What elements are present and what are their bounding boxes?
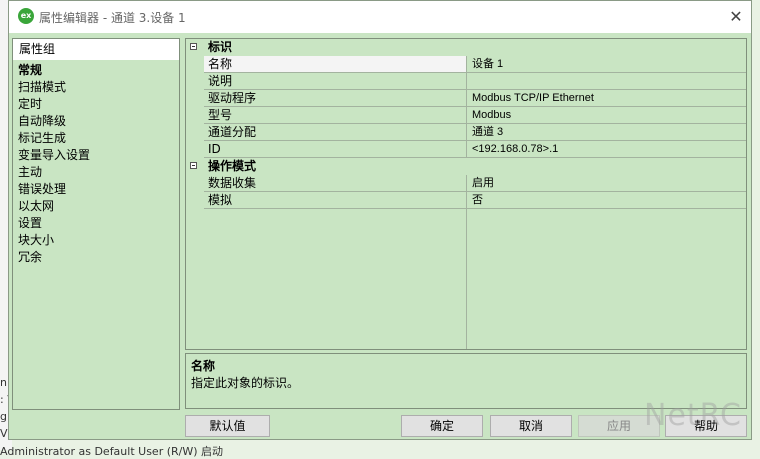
property-value[interactable]: Modbus bbox=[468, 107, 746, 123]
property-editor-dialog: ex 属性编辑器 - 通道 3.设备 1 ✕ 属性组 常规 扫描模式 定时 自动降级标… bbox=[8, 0, 752, 440]
property-group-item[interactable]: 变量导入设置 bbox=[18, 147, 90, 164]
property-group-item[interactable]: 以太网 bbox=[18, 198, 90, 215]
cancel-button[interactable]: 取消 bbox=[490, 415, 572, 437]
property-row[interactable]: ID <192.168.0.78>.1 bbox=[204, 141, 746, 158]
property-value[interactable]: 否 bbox=[468, 192, 746, 208]
property-group-panel: 属性组 常规 扫描模式 定时 自动降级 标记生成 变量导入设置 主动 错误处理 以太网 设置 块大小… bbox=[12, 38, 180, 410]
window-title: 属性编辑器 - 通道 3.设备 1 bbox=[39, 11, 186, 25]
description-title: 名称 bbox=[191, 359, 216, 373]
collapse-toggle-icon[interactable] bbox=[190, 162, 197, 169]
property-row[interactable]: 说明 bbox=[204, 73, 746, 90]
property-value[interactable] bbox=[468, 73, 746, 89]
property-group-item[interactable]: 自动降级 bbox=[18, 113, 90, 130]
defaults-button[interactable]: 默认值 bbox=[185, 415, 270, 437]
background-text: n bbox=[0, 376, 7, 389]
property-name: 模拟 bbox=[208, 193, 233, 207]
property-group-item[interactable]: 扫描模式 bbox=[18, 79, 90, 96]
property-group-header: 属性组 bbox=[13, 39, 179, 60]
property-group-item[interactable]: 主动 bbox=[18, 164, 90, 181]
category-row[interactable]: 标识 bbox=[186, 39, 746, 56]
ok-button[interactable]: 确定 bbox=[401, 415, 483, 437]
property-row[interactable]: 名称 设备 1 bbox=[204, 56, 746, 73]
property-group-item[interactable]: 定时 bbox=[18, 96, 90, 113]
property-row[interactable]: 型号 Modbus bbox=[204, 107, 746, 124]
property-value[interactable]: 设备 1 bbox=[468, 56, 746, 72]
category-row[interactable]: 操作模式 bbox=[186, 158, 746, 175]
category-label: 操作模式 bbox=[208, 159, 257, 173]
property-name: 通道分配 bbox=[208, 125, 257, 139]
property-value[interactable]: 启用 bbox=[468, 175, 746, 191]
close-button[interactable]: ✕ bbox=[724, 7, 748, 27]
property-grid: 标识 名称 设备 1 说明 驱动程序 Modbus TCP/IP Ethernet 型号 Mo… bbox=[185, 38, 747, 350]
description-text: 指定此对象的标识。 bbox=[191, 376, 300, 390]
collapse-toggle-icon[interactable] bbox=[190, 43, 197, 50]
category-label: 标识 bbox=[208, 40, 233, 54]
property-name: ID bbox=[208, 142, 221, 156]
property-name: 型号 bbox=[208, 108, 233, 122]
property-name: 名称 bbox=[204, 56, 466, 72]
watermark-logo: NetRC bbox=[644, 398, 742, 433]
property-value[interactable]: 通道 3 bbox=[468, 124, 746, 140]
app-icon: ex bbox=[18, 8, 34, 24]
property-row[interactable]: 驱动程序 Modbus TCP/IP Ethernet bbox=[204, 90, 746, 107]
background-text: Administrator as Default User (R/W) 启动 bbox=[0, 445, 224, 458]
property-group-item[interactable]: 常规 bbox=[18, 62, 90, 79]
property-row[interactable]: 模拟 否 bbox=[204, 192, 746, 209]
property-name: 数据收集 bbox=[208, 176, 257, 190]
property-value[interactable]: Modbus TCP/IP Ethernet bbox=[468, 90, 746, 106]
property-group-item[interactable]: 冗余 bbox=[18, 249, 90, 266]
property-group-list: 常规 扫描模式 定时 自动降级 标记生成 变量导入设置 主动 错误处理 以太网 设置 块大小 冗余 bbox=[18, 62, 90, 266]
title-bar[interactable]: ex 属性编辑器 - 通道 3.设备 1 ✕ bbox=[9, 1, 751, 33]
property-row[interactable]: 数据收集 启用 bbox=[204, 175, 746, 192]
property-row[interactable]: 通道分配 通道 3 bbox=[204, 124, 746, 141]
property-group-item[interactable]: 错误处理 bbox=[18, 181, 90, 198]
property-group-item[interactable]: 设置 bbox=[18, 215, 90, 232]
property-group-item[interactable]: 标记生成 bbox=[18, 130, 90, 147]
property-name: 驱动程序 bbox=[208, 91, 257, 105]
property-name: 说明 bbox=[208, 74, 233, 88]
property-value[interactable]: <192.168.0.78>.1 bbox=[468, 141, 746, 157]
property-group-item[interactable]: 块大小 bbox=[18, 232, 90, 249]
